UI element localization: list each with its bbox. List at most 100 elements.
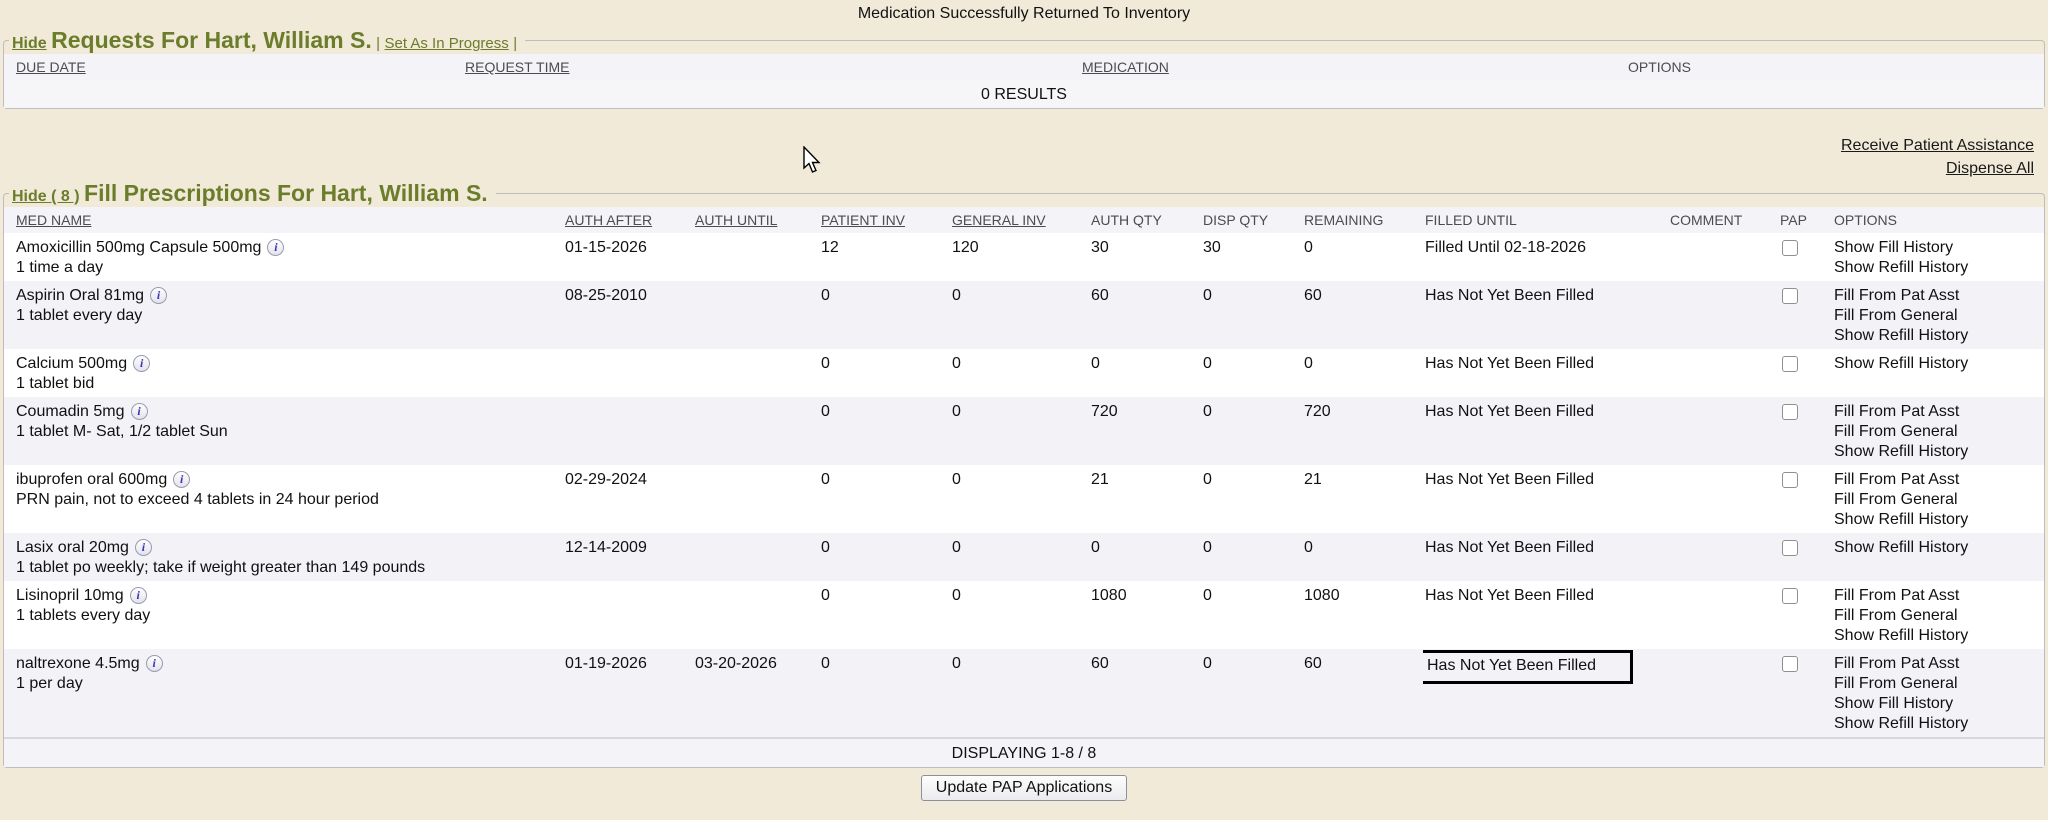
option-show-refill-history[interactable]: Show Refill History xyxy=(1834,326,2042,346)
cell-auth-qty: 60 xyxy=(1089,649,1201,738)
info-icon[interactable]: i xyxy=(267,239,284,256)
pap-checkbox[interactable] xyxy=(1782,588,1798,604)
pap-checkbox[interactable] xyxy=(1782,472,1798,488)
fill-table-header-row: MED NAMEAUTH AFTERAUTH UNTILPATIENT INVG… xyxy=(4,207,2044,233)
cell-pap xyxy=(1778,533,1832,581)
info-icon[interactable]: i xyxy=(135,539,152,556)
option-show-refill-history[interactable]: Show Refill History xyxy=(1834,510,2042,530)
column-header-auth-until[interactable]: AUTH UNTIL xyxy=(693,207,819,233)
pap-checkbox[interactable] xyxy=(1782,540,1798,556)
cell-pap xyxy=(1778,397,1832,465)
cell-med-name: ibuprofen oral 600mgi PRN pain, not to e… xyxy=(4,465,563,533)
med-sig: 1 tablet M- Sat, 1/2 tablet Sun xyxy=(16,422,561,442)
option-show-refill-history[interactable]: Show Refill History xyxy=(1834,442,2042,462)
pap-checkbox[interactable] xyxy=(1782,288,1798,304)
column-header-patient-inv[interactable]: PATIENT INV xyxy=(819,207,950,233)
cell-disp-qty: 0 xyxy=(1201,349,1302,397)
cell-auth-after xyxy=(563,349,693,397)
info-icon[interactable]: i xyxy=(131,403,148,420)
info-icon[interactable]: i xyxy=(146,655,163,672)
separator-pipe: | xyxy=(376,35,380,52)
column-header-med-name[interactable]: MED NAME xyxy=(4,207,563,233)
cell-patient-inv: 0 xyxy=(819,533,950,581)
option-fill-from-pat-asst[interactable]: Fill From Pat Asst xyxy=(1834,402,2042,422)
option-fill-from-pat-asst[interactable]: Fill From Pat Asst xyxy=(1834,470,2042,490)
fill-hide-link[interactable]: Hide ( 8 ) xyxy=(12,188,80,205)
set-as-in-progress-link[interactable]: Set As In Progress xyxy=(385,35,509,52)
filled-until-status: Has Not Yet Been Filled xyxy=(1425,354,1594,374)
column-header-general-inv[interactable]: GENERAL INV xyxy=(950,207,1089,233)
cell-med-name: Lasix oral 20mgi 1 tablet po weekly; tak… xyxy=(4,533,563,581)
prescription-row: ibuprofen oral 600mgi PRN pain, not to e… xyxy=(4,465,2044,533)
filled-until-status: Has Not Yet Been Filled xyxy=(1425,470,1594,490)
med-name: Coumadin 5mg xyxy=(16,403,125,420)
cell-comment xyxy=(1668,465,1778,533)
option-fill-from-general[interactable]: Fill From General xyxy=(1834,606,2042,626)
option-fill-from-general[interactable]: Fill From General xyxy=(1834,490,2042,510)
cell-auth-until xyxy=(693,281,819,349)
cell-auth-qty: 1080 xyxy=(1089,581,1201,649)
cell-auth-qty: 0 xyxy=(1089,533,1201,581)
cell-remaining: 0 xyxy=(1302,233,1423,281)
med-sig: 1 tablet po weekly; take if weight great… xyxy=(16,558,561,578)
option-fill-from-general[interactable]: Fill From General xyxy=(1834,674,2042,694)
option-show-refill-history[interactable]: Show Refill History xyxy=(1834,626,2042,646)
info-icon[interactable]: i xyxy=(173,471,190,488)
cell-pap xyxy=(1778,581,1832,649)
dispense-all-link[interactable]: Dispense All xyxy=(0,157,2034,180)
cell-auth-qty: 0 xyxy=(1089,349,1201,397)
cell-disp-qty: 0 xyxy=(1201,649,1302,738)
cell-general-inv: 0 xyxy=(950,349,1089,397)
option-show-refill-history[interactable]: Show Refill History xyxy=(1834,538,2042,558)
option-fill-from-general[interactable]: Fill From General xyxy=(1834,422,2042,442)
pap-checkbox[interactable] xyxy=(1782,404,1798,420)
info-icon[interactable]: i xyxy=(130,587,147,604)
requests-hide-link[interactable]: Hide xyxy=(12,35,47,52)
option-show-fill-history[interactable]: Show Fill History xyxy=(1834,694,2042,714)
pap-checkbox[interactable] xyxy=(1782,356,1798,372)
info-icon[interactable]: i xyxy=(133,355,150,372)
page: Medication Successfully Returned To Inve… xyxy=(0,0,2048,820)
prescription-row: Aspirin Oral 81mgi 1 tablet every day 08… xyxy=(4,281,2044,349)
option-show-fill-history[interactable]: Show Fill History xyxy=(1834,238,2042,258)
option-fill-from-general[interactable]: Fill From General xyxy=(1834,306,2042,326)
cell-disp-qty: 0 xyxy=(1201,465,1302,533)
option-show-refill-history[interactable]: Show Refill History xyxy=(1834,354,2042,374)
option-fill-from-pat-asst[interactable]: Fill From Pat Asst xyxy=(1834,654,2042,674)
column-header-options: OPTIONS xyxy=(1832,207,2044,233)
pap-checkbox[interactable] xyxy=(1782,656,1798,672)
option-show-refill-history[interactable]: Show Refill History xyxy=(1834,258,2042,278)
cell-auth-until xyxy=(693,397,819,465)
option-fill-from-pat-asst[interactable]: Fill From Pat Asst xyxy=(1834,586,2042,606)
cell-auth-until xyxy=(693,349,819,397)
cell-remaining: 1080 xyxy=(1302,581,1423,649)
receive-patient-assistance-link[interactable]: Receive Patient Assistance xyxy=(0,134,2034,157)
med-sig: 1 tablet every day xyxy=(16,306,561,326)
column-header-request-time[interactable]: REQUEST TIME xyxy=(463,54,1080,80)
cell-patient-inv: 0 xyxy=(819,349,950,397)
cell-auth-until xyxy=(693,233,819,281)
cell-auth-qty: 21 xyxy=(1089,465,1201,533)
cell-disp-qty: 0 xyxy=(1201,581,1302,649)
cell-filled-until: Has Not Yet Been Filled xyxy=(1423,465,1668,533)
filled-until-status: Has Not Yet Been Filled xyxy=(1425,538,1594,558)
cell-auth-after: 02-29-2024 xyxy=(563,465,693,533)
info-icon[interactable]: i xyxy=(150,287,167,304)
column-header-due-date[interactable]: DUE DATE xyxy=(4,54,463,80)
column-header-auth-after[interactable]: AUTH AFTER xyxy=(563,207,693,233)
paging-row: DISPLAYING 1-8 / 8 xyxy=(4,738,2044,767)
cell-auth-until: 03-20-2026 xyxy=(693,649,819,738)
requests-section-title: Requests For Hart, William S. xyxy=(51,27,372,53)
cell-auth-qty: 30 xyxy=(1089,233,1201,281)
option-fill-from-pat-asst[interactable]: Fill From Pat Asst xyxy=(1834,286,2042,306)
med-sig: 1 time a day xyxy=(16,258,561,278)
column-header-medication[interactable]: MEDICATION xyxy=(1080,54,1626,80)
med-sig: 1 per day xyxy=(16,674,561,694)
cell-auth-until xyxy=(693,465,819,533)
fill-prescriptions-section: Hide ( 8 ) Fill Prescriptions For Hart, … xyxy=(3,180,2045,768)
option-show-refill-history[interactable]: Show Refill History xyxy=(1834,714,2042,734)
column-header-pap: PAP xyxy=(1778,207,1832,233)
pap-checkbox[interactable] xyxy=(1782,240,1798,256)
med-name: naltrexone 4.5mg xyxy=(16,655,140,672)
update-pap-applications-button[interactable]: Update PAP Applications xyxy=(921,775,1127,801)
